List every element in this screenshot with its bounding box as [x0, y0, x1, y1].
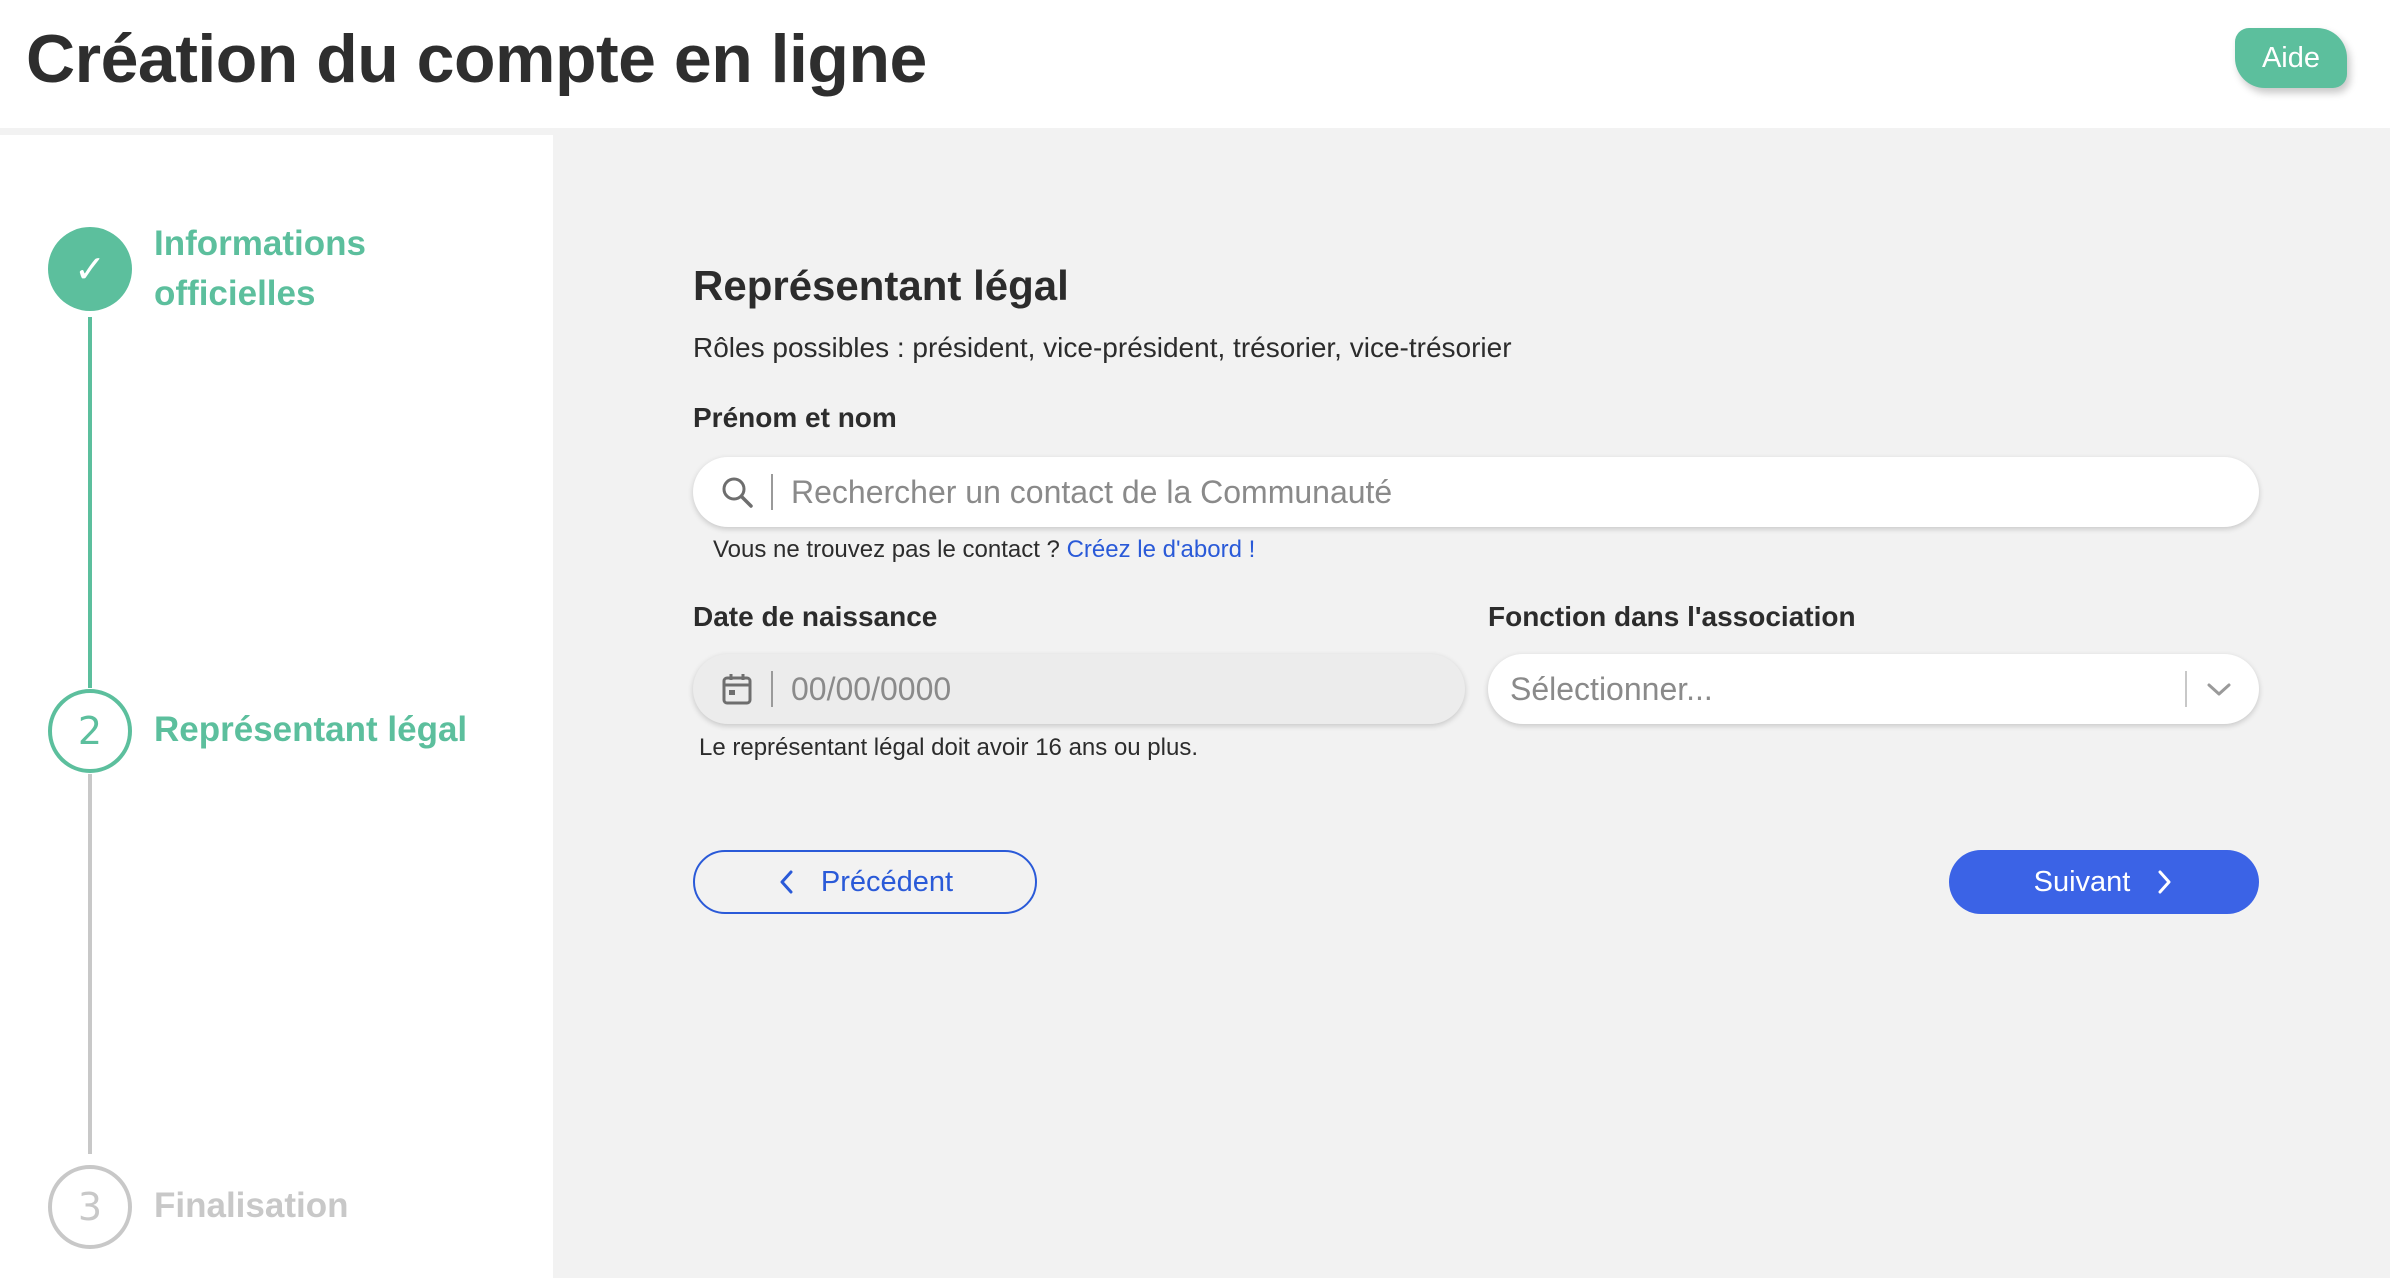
header: Création du compte en ligne Aide — [0, 0, 2390, 128]
stepper-sidebar: ✓ Informations officielles 2 Représentan… — [0, 135, 553, 1278]
birthdate-input[interactable] — [791, 659, 1465, 719]
step-connector-2 — [88, 774, 92, 1154]
function-select[interactable] — [1488, 654, 2259, 724]
next-button[interactable]: Suivant — [1949, 850, 2259, 914]
contact-search-box — [693, 457, 2259, 527]
header-divider — [0, 128, 553, 135]
step-3-circle: 3 — [48, 1165, 132, 1249]
chevron-right-icon — [2156, 868, 2174, 896]
function-select-input[interactable] — [1510, 659, 2185, 719]
chevron-left-icon — [777, 868, 795, 896]
previous-button[interactable]: Précédent — [693, 850, 1037, 914]
form-title: Représentant légal — [693, 262, 1069, 309]
step-1-circle: ✓ — [48, 227, 132, 311]
step-3-number: 3 — [77, 1185, 103, 1229]
contact-hint-text: Vous ne trouvez pas le contact ? — [713, 536, 1067, 563]
form-subtitle: Rôles possibles : président, vice-présid… — [693, 332, 1512, 363]
select-separator — [2185, 671, 2187, 707]
page-title: Création du compte en ligne — [26, 21, 927, 97]
chevron-down-icon[interactable] — [2205, 680, 2233, 698]
step-1-label: Informations officielles — [154, 224, 366, 313]
step-2-label: Représentant légal — [154, 710, 468, 749]
input-separator — [771, 474, 773, 510]
help-button[interactable]: Aide — [2235, 28, 2347, 88]
step-2-circle: 2 — [48, 689, 132, 773]
search-icon — [719, 474, 755, 510]
contact-hint: Vous ne trouvez pas le contact ? Créez l… — [713, 536, 1255, 564]
checkmark-icon: ✓ — [74, 247, 106, 291]
input-separator — [771, 671, 773, 707]
name-field-label: Prénom et nom — [693, 402, 897, 433]
birthdate-field-label: Date de naissance — [693, 601, 938, 632]
birthdate-box — [693, 654, 1465, 724]
step-connector-1 — [88, 317, 92, 688]
previous-button-label: Précédent — [820, 865, 954, 898]
step-2-number: 2 — [77, 709, 103, 753]
step-3-label: Finalisation — [154, 1186, 349, 1225]
create-contact-link[interactable]: Créez le d'abord ! — [1067, 536, 1256, 563]
contact-search-input[interactable] — [791, 462, 2259, 522]
calendar-icon — [719, 671, 755, 707]
next-button-label: Suivant — [2033, 865, 2131, 898]
function-field-label: Fonction dans l'association — [1488, 601, 1856, 632]
birthdate-hint: Le représentant légal doit avoir 16 ans … — [699, 734, 1198, 761]
